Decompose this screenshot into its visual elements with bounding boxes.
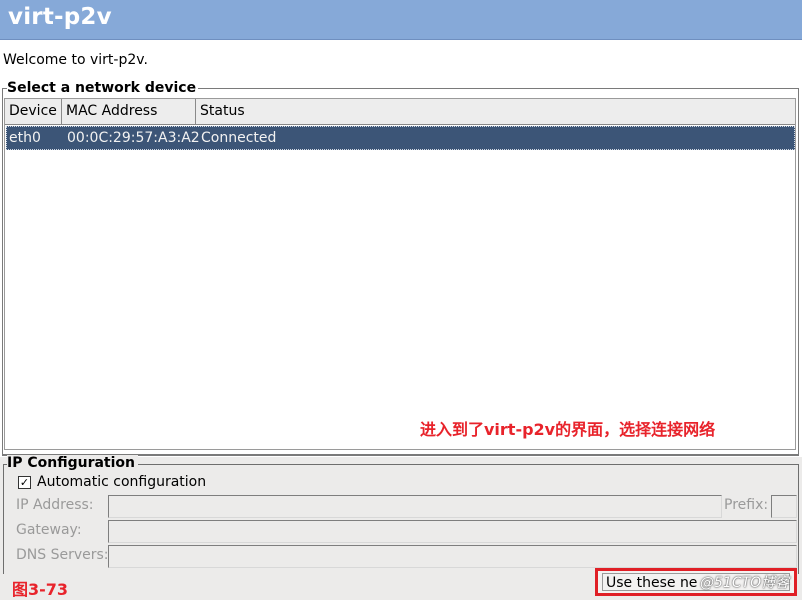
automatic-configuration-label: Automatic configuration	[37, 474, 207, 490]
ip-config-frame-label: IP Configuration	[7, 455, 138, 471]
network-device-frame-label: Select a network device	[7, 80, 199, 96]
column-header-status[interactable]: Status	[196, 99, 796, 124]
gateway-label: Gateway:	[16, 522, 82, 538]
prefix-label: Prefix:	[724, 497, 769, 513]
watermark: @51CTO博客	[700, 575, 790, 591]
annotation-text: 进入到了virt-p2v的界面，选择连接网络	[420, 420, 716, 439]
cell-mac-address: 00:0C:29:57:A3:A2	[67, 130, 200, 146]
dns-servers-label: DNS Servers:	[16, 547, 109, 563]
ip-address-label: IP Address:	[16, 497, 94, 513]
dns-servers-input[interactable]	[108, 545, 797, 568]
button-label: Use these ne	[606, 575, 698, 591]
automatic-configuration-checkbox[interactable]: ✓	[18, 476, 31, 489]
cell-device: eth0	[9, 130, 41, 146]
figure-label: 图3-73	[12, 580, 69, 599]
table-row[interactable]: eth0 00:0C:29:57:A3:A2 Connected	[6, 126, 795, 150]
list-header: Device MAC Address Status	[5, 99, 795, 125]
cell-status: Connected	[201, 130, 277, 146]
column-header-mac-address[interactable]: MAC Address	[62, 99, 196, 124]
prefix-input[interactable]	[771, 495, 797, 518]
title-bar: virt-p2v	[0, 0, 802, 40]
network-device-list[interactable]: Device MAC Address Status eth0 00:0C:29:…	[4, 98, 796, 450]
welcome-text: Welcome to virt-p2v.	[3, 52, 148, 68]
column-header-device[interactable]: Device	[5, 99, 62, 124]
window-title: virt-p2v	[8, 4, 112, 30]
ip-address-input[interactable]	[108, 495, 722, 518]
gateway-input[interactable]	[108, 520, 797, 543]
